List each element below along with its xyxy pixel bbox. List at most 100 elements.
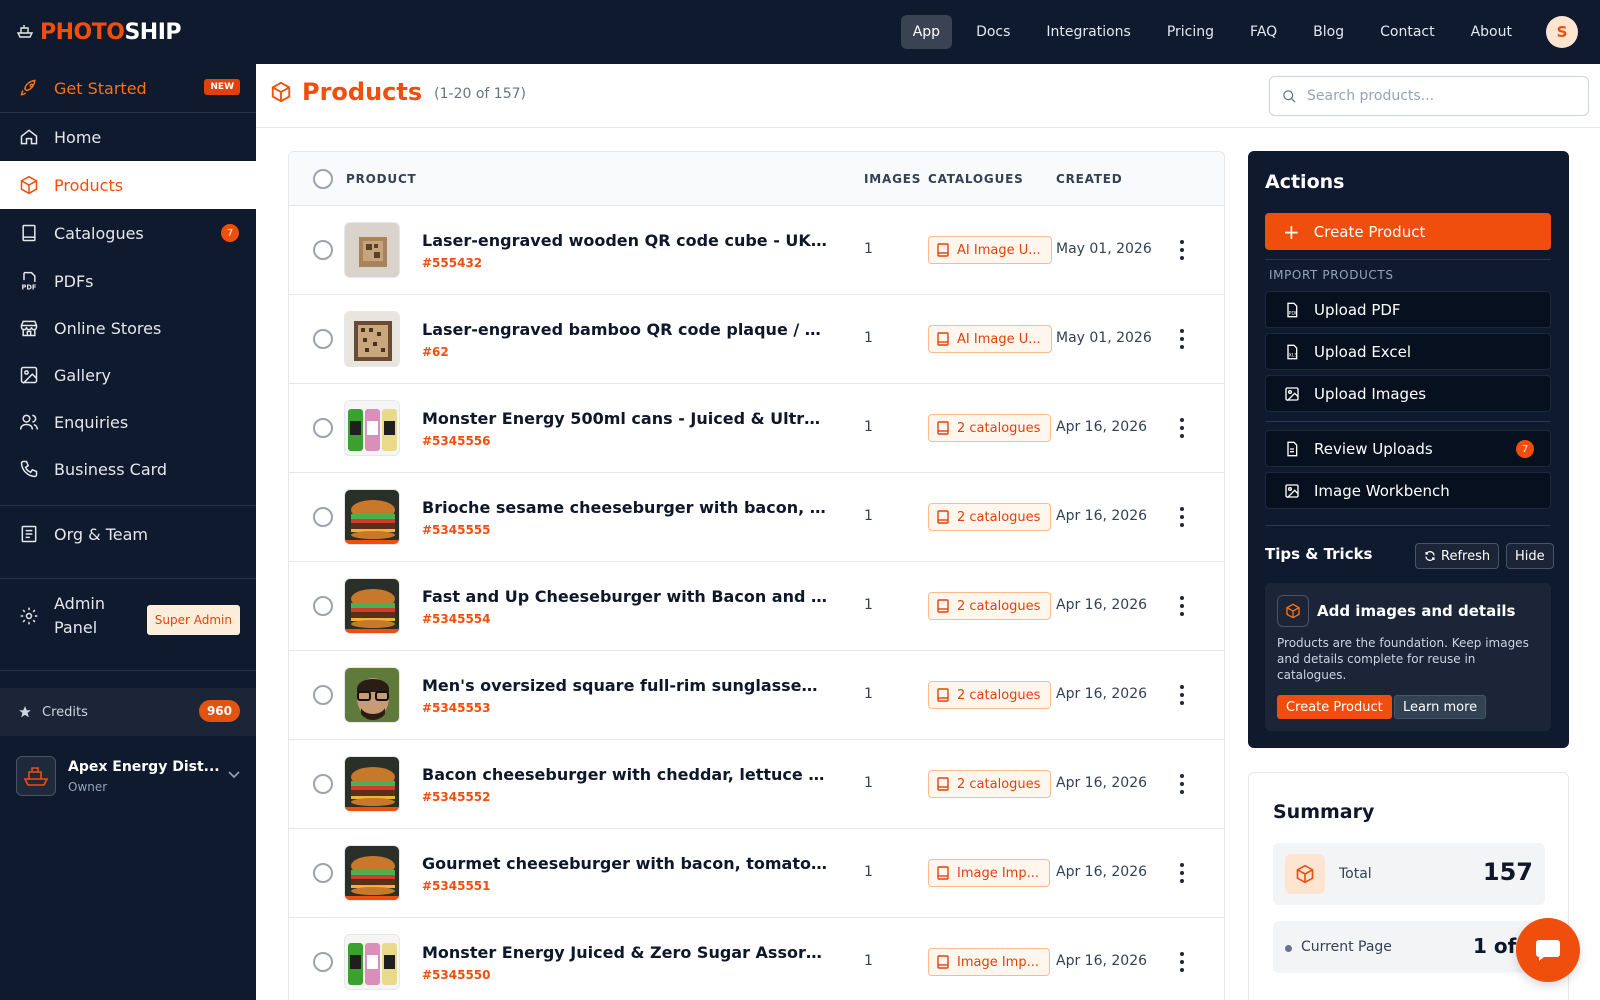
nav-app[interactable]: App — [900, 15, 953, 49]
product-thumbnail[interactable] — [344, 311, 400, 367]
table-row[interactable]: Brioche sesame cheeseburger with bacon, … — [289, 473, 1224, 562]
product-thumbnail[interactable] — [344, 934, 400, 990]
catalogue-badge[interactable]: 2 catalogues — [928, 592, 1052, 620]
row-select-radio[interactable] — [313, 863, 333, 883]
row-menu-icon[interactable] — [1177, 774, 1187, 794]
search-input[interactable] — [1307, 88, 1567, 104]
review-uploads-button[interactable]: Review Uploads 7 — [1265, 430, 1551, 467]
row-menu-icon[interactable] — [1177, 596, 1187, 616]
product-thumbnail[interactable] — [344, 845, 400, 901]
upload-excel-button[interactable]: XLS Upload Excel — [1265, 333, 1551, 370]
row-select-radio[interactable] — [313, 685, 333, 705]
org-switcher[interactable]: Apex Energy Dist... Owner — [16, 736, 240, 816]
nav-docs[interactable]: Docs — [964, 15, 1022, 49]
row-menu-icon[interactable] — [1177, 418, 1187, 438]
row-select-radio[interactable] — [313, 240, 333, 260]
table-row[interactable]: Fast and Up Cheeseburger with Bacon and … — [289, 562, 1224, 651]
upload-pdf-button[interactable]: PDF Upload PDF — [1265, 291, 1551, 328]
row-select-radio[interactable] — [313, 507, 333, 527]
row-menu-icon[interactable] — [1177, 240, 1187, 260]
sidebar-item-catalogues[interactable]: Catalogues 7 — [0, 209, 256, 257]
learn-more-button[interactable]: Learn more — [1394, 695, 1487, 719]
sidebar-item-pdfs[interactable]: PDF PDFs — [0, 257, 256, 305]
sidebar-item-get-started[interactable]: Get Started NEW — [0, 64, 256, 112]
app-logo[interactable]: PHOTOSHIP — [16, 0, 182, 64]
nav-contact[interactable]: Contact — [1368, 15, 1446, 49]
table-row[interactable]: Laser-engraved bamboo QR code plaque / w… — [289, 295, 1224, 384]
nav-pricing[interactable]: Pricing — [1155, 15, 1226, 49]
row-menu-icon[interactable] — [1177, 507, 1187, 527]
sidebar-item-products[interactable]: Products — [0, 161, 256, 209]
pdf-file-icon: PDF — [1284, 302, 1300, 318]
sidebar-item-label: Enquiries — [54, 412, 129, 432]
column-header-catalogues[interactable]: CATALOGUES — [928, 172, 1024, 186]
catalogue-badge[interactable]: Image Imp... — [928, 859, 1050, 887]
table-row[interactable]: Bacon cheeseburger with cheddar, lettuce… — [289, 740, 1224, 829]
product-thumbnail[interactable] — [344, 400, 400, 456]
refresh-tips-button[interactable]: Refresh — [1415, 543, 1500, 569]
product-image-count: 1 — [864, 508, 873, 524]
sidebar-item-gallery[interactable]: Gallery — [0, 351, 256, 399]
row-select-radio[interactable] — [313, 329, 333, 349]
nav-integrations[interactable]: Integrations — [1034, 15, 1142, 49]
column-header-created[interactable]: CREATED — [1056, 172, 1123, 186]
search-box[interactable] — [1269, 76, 1589, 116]
product-thumbnail[interactable] — [344, 756, 400, 812]
image-workbench-button[interactable]: Image Workbench — [1265, 472, 1551, 509]
product-thumbnail[interactable] — [344, 578, 400, 634]
table-row[interactable]: Gourmet cheeseburger with bacon, tomato,… — [289, 829, 1224, 918]
catalogue-badge[interactable]: Image Imp... — [928, 948, 1050, 976]
sidebar-item-home[interactable]: Home — [0, 113, 256, 161]
product-thumbnail[interactable] — [344, 222, 400, 278]
product-thumbnail[interactable] — [344, 489, 400, 545]
table-row[interactable]: Monster Energy 500ml cans - Juiced & Ult… — [289, 384, 1224, 473]
row-menu-icon[interactable] — [1177, 329, 1187, 349]
sidebar-item-org-team[interactable]: Org & Team — [0, 510, 256, 558]
catalogue-badge[interactable]: 2 catalogues — [928, 414, 1052, 442]
chat-button[interactable] — [1516, 918, 1580, 982]
row-select-radio[interactable] — [313, 952, 333, 972]
sidebar-item-online-stores[interactable]: Online Stores — [0, 304, 256, 352]
catalogue-badge[interactable]: 2 catalogues — [928, 681, 1052, 709]
sidebar-item-business-card[interactable]: Business Card — [0, 445, 256, 493]
catalogue-badge[interactable]: 2 catalogues — [928, 770, 1052, 798]
nav-faq[interactable]: FAQ — [1238, 15, 1289, 49]
column-header-images[interactable]: IMAGES — [864, 172, 921, 186]
product-name[interactable]: Monster Energy 500ml cans - Juiced & Ult… — [422, 409, 827, 428]
table-row[interactable]: Men's oversized square full-rim sunglass… — [289, 651, 1224, 740]
product-name[interactable]: Monster Energy Juiced & Zero Sugar Assor… — [422, 943, 827, 962]
table-row[interactable]: Monster Energy Juiced & Zero Sugar Assor… — [289, 918, 1224, 1000]
table-row[interactable]: Laser-engraved wooden QR code cube - UKK… — [289, 206, 1224, 295]
product-name[interactable]: Bacon cheeseburger with cheddar, lettuce… — [422, 765, 827, 784]
create-product-button[interactable]: + Create Product — [1265, 213, 1551, 250]
row-menu-icon[interactable] — [1177, 685, 1187, 705]
row-select-radio[interactable] — [313, 596, 333, 616]
catalogue-badge[interactable]: 2 catalogues — [928, 503, 1052, 531]
catalogue-badge[interactable]: AI Image U... — [928, 236, 1052, 264]
product-name[interactable]: Gourmet cheeseburger with bacon, tomato,… — [422, 854, 827, 873]
image-icon — [1284, 483, 1300, 499]
product-name[interactable]: Laser-engraved bamboo QR code plaque / w… — [422, 320, 827, 339]
row-menu-icon[interactable] — [1177, 952, 1187, 972]
credits-row[interactable]: Credits 960 — [0, 688, 256, 736]
product-name[interactable]: Men's oversized square full-rim sunglass… — [422, 676, 827, 695]
nav-blog[interactable]: Blog — [1301, 15, 1356, 49]
sidebar-item-admin-panel[interactable]: Admin Panel Super Admin — [0, 584, 256, 648]
product-name[interactable]: Brioche sesame cheeseburger with bacon, … — [422, 498, 827, 517]
tip-create-product-button[interactable]: Create Product — [1277, 695, 1392, 719]
nav-about[interactable]: About — [1459, 15, 1524, 49]
sidebar-item-enquiries[interactable]: Enquiries — [0, 398, 256, 446]
catalogue-badge[interactable]: AI Image U... — [928, 325, 1052, 353]
select-all-radio[interactable] — [313, 169, 333, 189]
user-avatar[interactable]: S — [1546, 16, 1578, 48]
hide-tips-button[interactable]: Hide — [1506, 543, 1554, 569]
row-select-radio[interactable] — [313, 774, 333, 794]
current-page-value: 1 of — [1473, 934, 1517, 958]
row-select-radio[interactable] — [313, 418, 333, 438]
product-name[interactable]: Laser-engraved wooden QR code cube - UKK… — [422, 231, 827, 250]
upload-images-button[interactable]: Upload Images — [1265, 375, 1551, 412]
product-name[interactable]: Fast and Up Cheeseburger with Bacon and … — [422, 587, 827, 606]
column-header-product[interactable]: PRODUCT — [346, 172, 417, 186]
row-menu-icon[interactable] — [1177, 863, 1187, 883]
product-thumbnail[interactable] — [344, 667, 400, 723]
